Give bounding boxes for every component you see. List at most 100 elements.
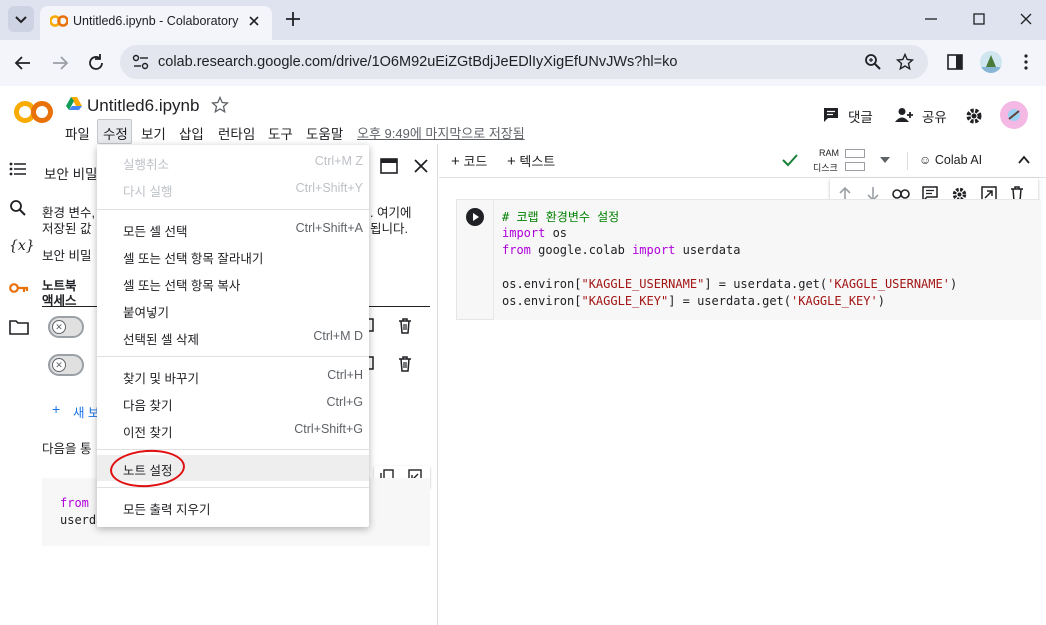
- chevron-down-icon: [15, 16, 27, 24]
- menu-edit[interactable]: 수정: [103, 123, 128, 143]
- code-cell[interactable]: # 코랩 환경변수 설정 import os from google.colab…: [456, 199, 1041, 320]
- add-text-button[interactable]: + 텍스트: [507, 151, 555, 170]
- user-avatar[interactable]: [1000, 101, 1028, 129]
- forward-icon[interactable]: [49, 52, 71, 74]
- menu-item-clear-outputs[interactable]: 모든 출력 지우기: [97, 494, 369, 520]
- variables-icon[interactable]: {x}: [9, 238, 35, 254]
- code-editor[interactable]: # 코랩 환경변수 설정 import os from google.colab…: [493, 200, 1041, 320]
- disk-label: 디스크: [813, 163, 838, 173]
- colab-logo[interactable]: [14, 99, 54, 125]
- menu-item-label: 셀 또는 선택 항목 잘라내기: [123, 252, 264, 266]
- colab-header: Untitled6.ipynb 파일 수정 보기 삽입 런타임 도구 도움말 오…: [0, 86, 1046, 144]
- panel-desc-2: 저장된 값: [42, 222, 92, 236]
- menu-insert[interactable]: 삽입: [179, 123, 204, 143]
- menu-separator: [97, 356, 369, 357]
- menu-separator: [97, 449, 369, 450]
- colab-ai-label: Colab AI: [934, 153, 983, 167]
- plus-icon: +: [507, 153, 516, 170]
- settings-gear-icon[interactable]: [964, 106, 984, 126]
- menu-item-label: 다음 찾기: [123, 399, 173, 413]
- menu-item-delete-cells[interactable]: 선택된 셀 삭제 Ctrl+M D: [97, 324, 369, 350]
- usage-text: 다음을 통: [42, 442, 92, 456]
- menu-item-paste[interactable]: 붙여넣기: [97, 297, 369, 323]
- menu-runtime[interactable]: 런타임: [218, 123, 255, 143]
- add-code-button[interactable]: + 코드: [451, 151, 487, 170]
- toc-icon[interactable]: [9, 161, 27, 177]
- code-line-3: from google.colab import userdata: [502, 243, 741, 257]
- menu-help[interactable]: 도움말: [306, 123, 343, 143]
- menu-item-find-replace[interactable]: 찾기 및 바꾸기 Ctrl+H: [97, 363, 369, 389]
- add-secret-button[interactable]: 새 보: [73, 402, 99, 421]
- star-notebook-icon[interactable]: [211, 96, 229, 114]
- close-tab-icon[interactable]: [246, 13, 262, 29]
- menu-item-label: 다시 실행: [123, 185, 173, 199]
- resource-monitor[interactable]: RAM 디스크: [811, 147, 921, 175]
- left-rail: {x}: [0, 144, 36, 625]
- ram-label: RAM: [819, 148, 839, 158]
- add-secret-plus-icon[interactable]: +: [52, 401, 60, 417]
- menu-item-shortcut: Ctrl+G: [326, 395, 363, 409]
- menu-item-undo[interactable]: 실행취소 Ctrl+M Z: [97, 149, 369, 175]
- reload-icon[interactable]: [85, 52, 107, 74]
- toggle-off-icon: ✕: [52, 320, 66, 334]
- menu-view[interactable]: 보기: [141, 123, 166, 143]
- side-panel-toggle-icon[interactable]: [946, 53, 964, 71]
- menu-item-redo[interactable]: 다시 실행 Ctrl+Shift+Y: [97, 176, 369, 202]
- colab-favicon-icon: [50, 14, 68, 28]
- tab-title: Untitled6.ipynb - Colaboratory: [73, 14, 239, 28]
- open-in-tab-icon[interactable]: [380, 158, 398, 174]
- menu-item-shortcut: Ctrl+Shift+Y: [295, 181, 363, 195]
- menu-item-label: 실행취소: [123, 158, 170, 172]
- menu-separator: [97, 209, 369, 210]
- disk-bar: [845, 162, 865, 171]
- save-status[interactable]: 오후 9:49에 마지막으로 저장됨: [357, 123, 525, 142]
- bookmark-star-icon[interactable]: [896, 53, 914, 71]
- runtime-dropdown-icon[interactable]: [879, 155, 891, 165]
- delete-secret-icon[interactable]: [398, 318, 412, 334]
- menu-item-find-next[interactable]: 다음 찾기 Ctrl+G: [97, 390, 369, 416]
- menu-item-shortcut: Ctrl+Shift+A: [295, 221, 363, 235]
- menu-item-shortcut: Ctrl+Shift+G: [294, 422, 363, 436]
- menu-item-find-previous[interactable]: 이전 찾기 Ctrl+Shift+G: [97, 417, 369, 443]
- notebook-title[interactable]: Untitled6.ipynb: [87, 96, 199, 116]
- profile-avatar[interactable]: [980, 51, 1002, 73]
- minimize-icon[interactable]: [922, 10, 940, 28]
- menu-file[interactable]: 파일: [65, 123, 90, 143]
- menu-item-label: 붙여넣기: [123, 306, 170, 320]
- menu-item-shortcut: Ctrl+M Z: [314, 154, 363, 168]
- back-icon[interactable]: [12, 52, 34, 74]
- notebook-access-toggle[interactable]: ✕: [48, 316, 84, 338]
- menu-item-select-all[interactable]: 모든 셀 선택 Ctrl+Shift+A: [97, 216, 369, 242]
- comment-label[interactable]: 댓글: [848, 106, 873, 126]
- files-folder-icon[interactable]: [9, 319, 29, 335]
- share-label[interactable]: 공유: [922, 106, 947, 126]
- browser-tab[interactable]: Untitled6.ipynb - Colaboratory: [40, 6, 272, 40]
- collapse-header-icon[interactable]: [1017, 154, 1031, 166]
- close-panel-icon[interactable]: [413, 158, 429, 174]
- share-icon[interactable]: [895, 107, 915, 123]
- menu-item-shortcut: Ctrl+M D: [313, 329, 363, 343]
- zoom-icon[interactable]: [864, 53, 882, 71]
- address-bar[interactable]: colab.research.google.com/drive/1O6M92uE…: [120, 45, 928, 79]
- colab-ai-button[interactable]: ☺ Colab AI: [919, 152, 982, 167]
- site-settings-icon[interactable]: [132, 54, 150, 70]
- menu-item-cut[interactable]: 셀 또는 선택 항목 잘라내기: [97, 243, 369, 269]
- comment-icon[interactable]: [822, 106, 840, 124]
- new-tab-icon[interactable]: [284, 10, 302, 28]
- maximize-icon[interactable]: [970, 10, 988, 28]
- google-drive-icon: [66, 96, 82, 110]
- delete-secret-icon[interactable]: [398, 356, 412, 372]
- code-line-6: os.environ["KAGGLE_KEY"] = userdata.get(…: [502, 294, 885, 308]
- notebook-toolbar: + 코드 + 텍스트 RAM 디스크 ☺ Colab AI: [439, 144, 1046, 178]
- notebook-access-toggle[interactable]: ✕: [48, 354, 84, 376]
- menu-tools[interactable]: 도구: [268, 123, 293, 143]
- close-window-icon[interactable]: [1017, 10, 1035, 28]
- run-cell-button[interactable]: [466, 208, 484, 226]
- panel-desc-3: 보안 비밀: [42, 249, 92, 263]
- tab-search-button[interactable]: [8, 6, 34, 32]
- menu-item-copy[interactable]: 셀 또는 선택 항목 복사: [97, 270, 369, 296]
- search-icon[interactable]: [9, 199, 27, 217]
- browser-menu-icon[interactable]: [1019, 53, 1033, 71]
- menu-separator: [97, 487, 369, 488]
- secrets-key-icon[interactable]: [9, 281, 29, 295]
